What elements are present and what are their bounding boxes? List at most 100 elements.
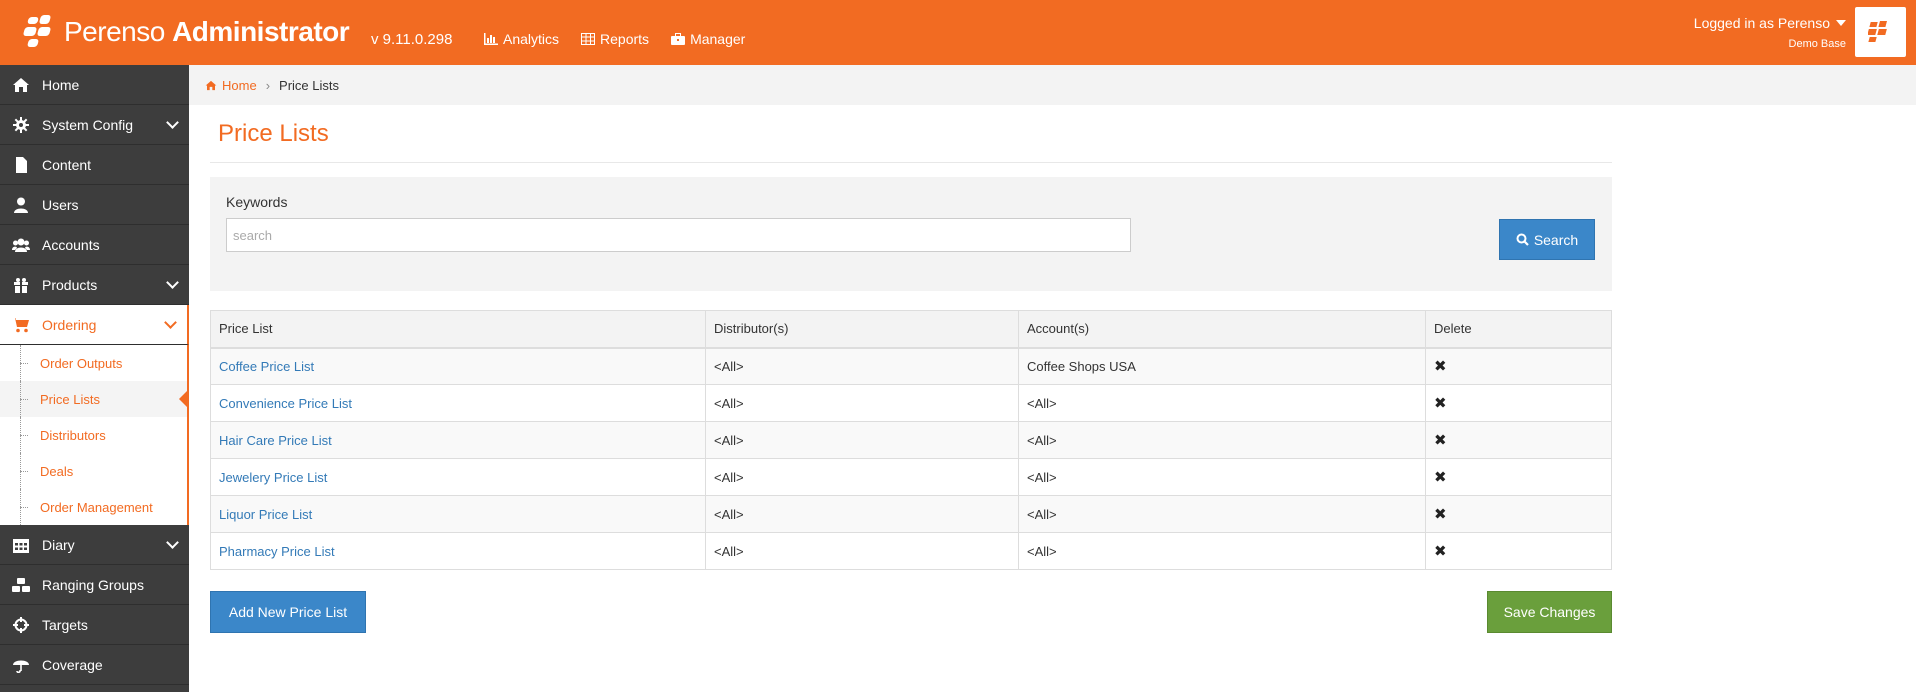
page-title: Price Lists: [218, 120, 329, 147]
accounts-cell: <All>: [1018, 421, 1426, 459]
column-header-accounts[interactable]: Account(s): [1018, 310, 1426, 349]
delete-icon[interactable]: ✖: [1434, 469, 1447, 486]
sidebar-item-products[interactable]: Products: [0, 265, 189, 305]
table-row: Jewelery Price List <All> <All> ✖: [210, 458, 1612, 496]
sidebar-item-label: Ordering: [42, 316, 97, 333]
nav-analytics-label: Analytics: [503, 31, 560, 47]
delete-icon[interactable]: ✖: [1434, 506, 1447, 523]
price-list-link[interactable]: Coffee Price List: [219, 359, 314, 374]
save-changes-button[interactable]: Save Changes: [1487, 591, 1612, 633]
price-lists-table: Price List Distributor(s) Account(s) Del…: [210, 310, 1612, 570]
sidebar: Home System Config Content Users Account…: [0, 65, 189, 692]
sidebar-item-label: Diary: [42, 536, 75, 553]
nav-manager[interactable]: Manager: [671, 31, 745, 47]
distributors-cell: <All>: [705, 384, 1019, 422]
logged-in-label: Logged in as Perenso: [1693, 15, 1830, 31]
briefcase-icon: [671, 33, 686, 45]
sidebar-item-label: Content: [42, 156, 92, 173]
delete-cell: ✖: [1425, 347, 1612, 385]
sidebar-item-coverage[interactable]: Coverage: [0, 645, 189, 685]
breadcrumb-home[interactable]: Home: [205, 78, 257, 93]
price-list-cell: Convenience Price List: [210, 384, 706, 422]
column-header-delete: Delete: [1425, 310, 1612, 349]
accounts-cell: <All>: [1018, 532, 1426, 570]
sidebar-item-ranging-groups[interactable]: Ranging Groups: [0, 565, 189, 605]
price-list-link[interactable]: Hair Care Price List: [219, 433, 332, 448]
distributors-cell: <All>: [705, 421, 1019, 459]
price-list-cell: Jewelery Price List: [210, 458, 706, 496]
table-row: Hair Care Price List <All> <All> ✖: [210, 421, 1612, 459]
price-list-cell: Hair Care Price List: [210, 421, 706, 459]
sidebar-item-targets[interactable]: Targets: [0, 605, 189, 645]
search-button-label: Search: [1533, 231, 1579, 248]
price-list-link[interactable]: Jewelery Price List: [219, 470, 327, 485]
search-icon: [1516, 233, 1529, 246]
sidebar-item-system-config[interactable]: System Config: [0, 105, 189, 145]
price-list-link[interactable]: Convenience Price List: [219, 396, 352, 411]
price-list-link[interactable]: Liquor Price List: [219, 507, 312, 522]
cart-icon: [12, 317, 29, 332]
sidebar-item-label: Accounts: [42, 236, 100, 253]
distributors-cell: <All>: [705, 347, 1019, 385]
submenu-item-distributors[interactable]: Distributors: [0, 417, 187, 453]
divider: [210, 162, 1612, 163]
price-list-link[interactable]: Pharmacy Price List: [219, 544, 335, 559]
brand-product: Administrator: [172, 16, 350, 47]
delete-icon[interactable]: ✖: [1434, 432, 1447, 449]
sidebar-item-label: Products: [42, 276, 98, 293]
accounts-cell: <All>: [1018, 458, 1426, 496]
breadcrumb: Home › Price Lists: [189, 65, 1916, 105]
price-list-cell: Pharmacy Price List: [210, 532, 706, 570]
delete-cell: ✖: [1425, 495, 1612, 533]
file-icon: [16, 156, 27, 173]
sidebar-item-diary[interactable]: Diary: [0, 525, 189, 565]
accounts-cell: <All>: [1018, 495, 1426, 533]
accounts-cell: <All>: [1018, 384, 1426, 422]
distributors-cell: <All>: [705, 458, 1019, 496]
column-header-price-list[interactable]: Price List: [210, 310, 706, 349]
submenu-item-order-outputs[interactable]: Order Outputs: [0, 345, 187, 381]
caret-down-icon: [1836, 20, 1846, 26]
submenu-item-label: Order Management: [40, 499, 153, 515]
user-menu[interactable]: Logged in as Perenso Demo Base: [1694, 15, 1846, 50]
chevron-down-icon: [166, 276, 179, 289]
sidebar-item-accounts[interactable]: Accounts: [0, 225, 189, 265]
submenu-item-label: Order Outputs: [40, 355, 123, 371]
gift-icon: [14, 277, 28, 293]
submenu-item-deals[interactable]: Deals: [0, 453, 187, 489]
top-header: Perenso Administrator v 9.11.0.298 Analy…: [0, 0, 1916, 65]
submenu-item-label: Price Lists: [40, 391, 100, 407]
perenso-avatar-icon: [1867, 21, 1887, 42]
sidebar-item-label: Targets: [42, 616, 88, 633]
breadcrumb-home-label: Home: [222, 77, 257, 93]
submenu-item-price-lists[interactable]: Price Lists: [0, 381, 189, 417]
delete-icon[interactable]: ✖: [1434, 395, 1447, 412]
sidebar-item-users[interactable]: Users: [0, 185, 189, 225]
home-icon: [13, 77, 29, 92]
submenu-item-label: Deals: [40, 463, 74, 479]
distributors-cell: <All>: [705, 532, 1019, 570]
user-icon: [14, 197, 28, 213]
submenu-item-order-management[interactable]: Order Management: [0, 489, 187, 525]
users-icon: [12, 238, 30, 252]
nav-reports[interactable]: Reports: [581, 31, 649, 47]
sidebar-item-label: Home: [42, 76, 80, 93]
avatar[interactable]: [1855, 7, 1906, 57]
keywords-label: Keywords: [226, 194, 288, 210]
column-header-distributors[interactable]: Distributor(s): [705, 310, 1019, 349]
add-new-price-list-button[interactable]: Add New Price List: [210, 591, 366, 633]
sidebar-item-home[interactable]: Home: [0, 65, 189, 105]
sidebar-item-content[interactable]: Content: [0, 145, 189, 185]
breadcrumb-current: Price Lists: [279, 77, 339, 93]
base-name: Demo Base: [1788, 38, 1846, 50]
search-button[interactable]: Search: [1499, 219, 1595, 260]
brand-logo[interactable]: Perenso Administrator: [22, 12, 350, 52]
delete-icon[interactable]: ✖: [1434, 543, 1447, 560]
price-list-cell: Coffee Price List: [210, 347, 706, 385]
delete-icon[interactable]: ✖: [1434, 358, 1447, 375]
cog-icon: [13, 116, 29, 133]
nav-analytics[interactable]: Analytics: [484, 31, 559, 47]
sidebar-item-ordering[interactable]: Ordering: [0, 305, 189, 345]
table-header-row: Price List Distributor(s) Account(s) Del…: [210, 310, 1612, 349]
search-input[interactable]: [226, 218, 1131, 252]
